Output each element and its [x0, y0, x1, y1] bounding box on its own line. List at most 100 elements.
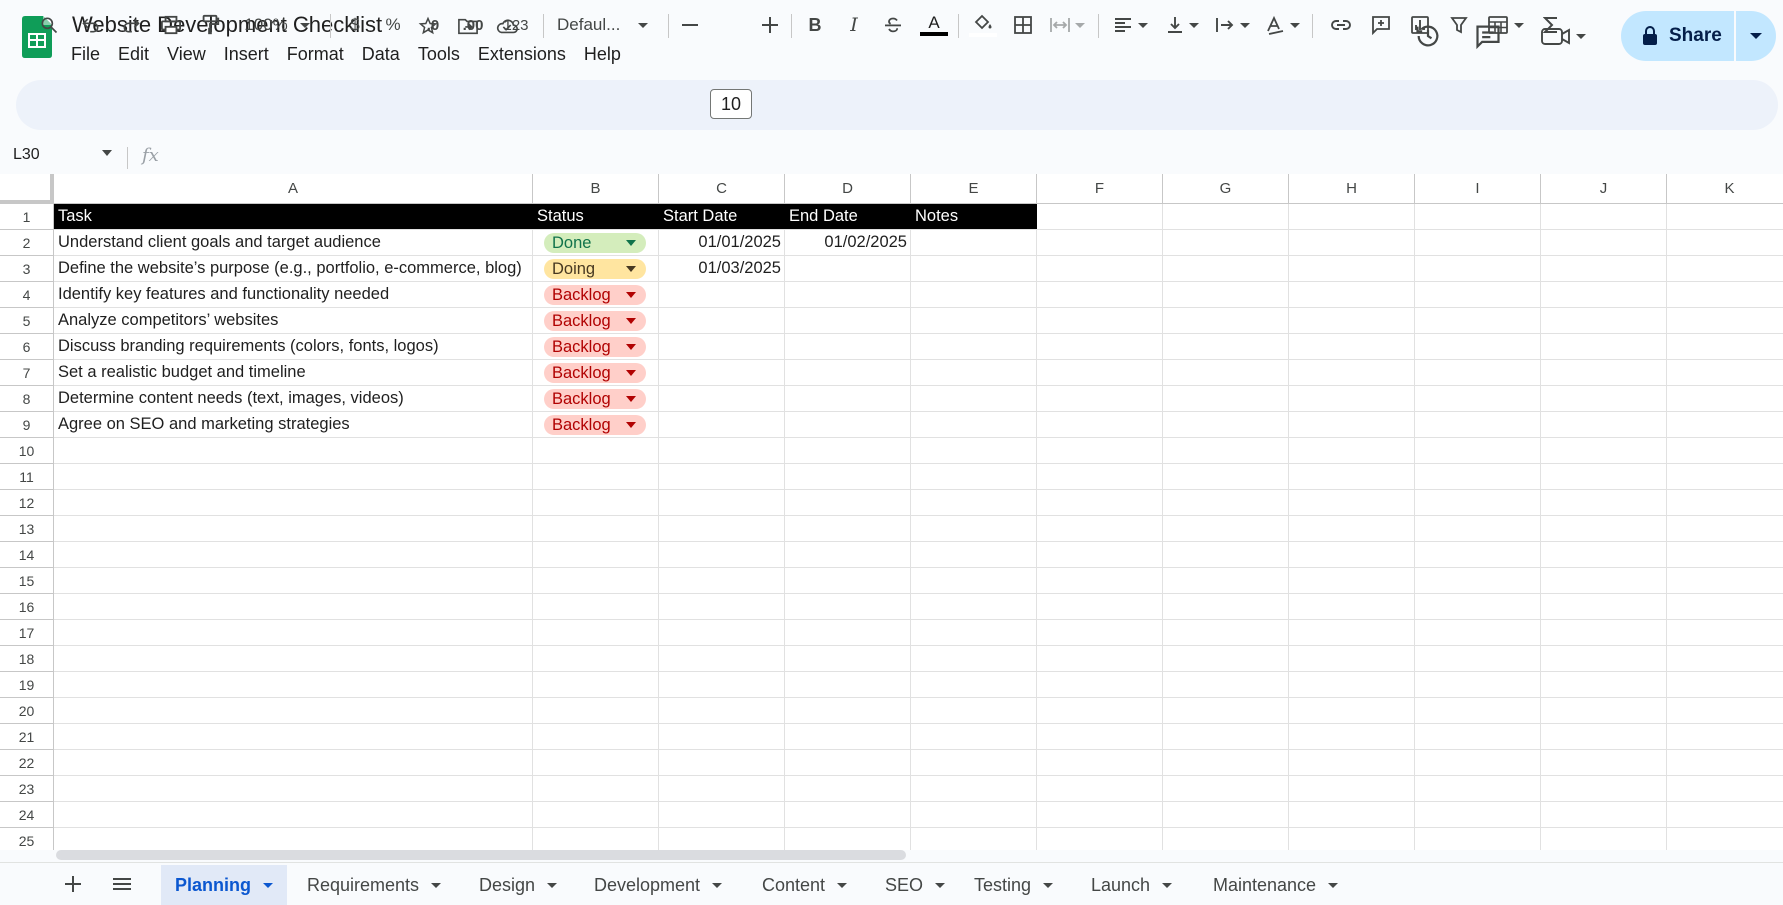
- redo-icon[interactable]: [116, 6, 146, 44]
- menu-edit[interactable]: Edit: [109, 42, 158, 67]
- fill-color-icon[interactable]: [966, 6, 1000, 44]
- chevron-down-icon[interactable]: [102, 150, 112, 156]
- spreadsheet-grid[interactable]: A B C D E F G H I J K 1 2 3 4 5 6 7 8 9 10 11 12 13 14 15 16 17 18 19…: [0, 174, 1783, 850]
- add-sheet-icon[interactable]: [58, 865, 88, 903]
- table-view-icon[interactable]: [1482, 6, 1528, 44]
- status-dropdown-chip[interactable]: Backlog: [544, 389, 646, 409]
- status-dropdown-chip[interactable]: Backlog: [544, 285, 646, 305]
- column-header-g[interactable]: G: [1163, 174, 1289, 204]
- column-header-e[interactable]: E: [911, 174, 1037, 204]
- sheet-tab-maintenance[interactable]: Maintenance: [1199, 865, 1352, 905]
- insert-chart-icon[interactable]: [1405, 6, 1435, 44]
- row-header-19[interactable]: 19: [0, 672, 54, 698]
- task-cell[interactable]: Identify key features and functionality …: [58, 282, 531, 307]
- task-cell[interactable]: Agree on SEO and marketing strategies: [58, 412, 531, 437]
- row-header-21[interactable]: 21: [0, 724, 54, 750]
- chevron-down-icon[interactable]: [547, 882, 558, 888]
- row-header-2[interactable]: 2: [0, 230, 54, 256]
- sheet-tab-seo[interactable]: SEO: [871, 865, 959, 905]
- sheet-tab-testing[interactable]: Testing: [960, 865, 1067, 905]
- task-cell[interactable]: Understand client goals and target audie…: [58, 230, 531, 255]
- italic-button[interactable]: I: [839, 6, 869, 44]
- column-header-a[interactable]: A: [54, 174, 533, 204]
- row-header-14[interactable]: 14: [0, 542, 54, 568]
- chevron-down-icon[interactable]: [1162, 882, 1173, 888]
- status-dropdown-chip[interactable]: Backlog: [544, 311, 646, 331]
- insert-comment-icon[interactable]: [1366, 6, 1396, 44]
- sheet-tab-design[interactable]: Design: [465, 865, 571, 905]
- decrease-decimal-button[interactable]: .0: [417, 6, 449, 44]
- row-header-15[interactable]: 15: [0, 568, 54, 594]
- row-header-9[interactable]: 9: [0, 412, 54, 438]
- print-icon[interactable]: [155, 6, 187, 44]
- row-header-8[interactable]: 8: [0, 386, 54, 412]
- column-header-h[interactable]: H: [1289, 174, 1415, 204]
- column-header-j[interactable]: J: [1541, 174, 1667, 204]
- status-dropdown-chip[interactable]: Backlog: [544, 363, 646, 383]
- sheet-tab-content[interactable]: Content: [748, 865, 861, 905]
- merge-cells-icon[interactable]: [1044, 6, 1090, 44]
- borders-icon[interactable]: [1008, 6, 1038, 44]
- task-cell[interactable]: Set a realistic budget and timeline: [58, 360, 531, 385]
- menu-extensions[interactable]: Extensions: [469, 42, 575, 67]
- start-date-cell[interactable]: 01/03/2025: [659, 256, 781, 281]
- task-cell[interactable]: Discuss branding requirements (colors, f…: [58, 334, 531, 359]
- menu-help[interactable]: Help: [575, 42, 630, 67]
- row-header-6[interactable]: 6: [0, 334, 54, 360]
- horizontal-align-icon[interactable]: [1108, 6, 1152, 44]
- name-box[interactable]: L30: [13, 146, 40, 164]
- row-header-12[interactable]: 12: [0, 490, 54, 516]
- column-header-b[interactable]: B: [533, 174, 659, 204]
- sheet-tab-launch[interactable]: Launch: [1077, 865, 1186, 905]
- row-header-5[interactable]: 5: [0, 308, 54, 334]
- status-dropdown-chip[interactable]: Done: [544, 233, 646, 253]
- chevron-down-icon[interactable]: [263, 882, 273, 888]
- row-header-4[interactable]: 4: [0, 282, 54, 308]
- row-header-10[interactable]: 10: [0, 438, 54, 464]
- row-header-25[interactable]: 25: [0, 828, 54, 850]
- zoom-select[interactable]: 100%: [234, 6, 320, 44]
- row-header-22[interactable]: 22: [0, 750, 54, 776]
- menu-insert[interactable]: Insert: [215, 42, 278, 67]
- menu-data[interactable]: Data: [353, 42, 409, 67]
- chevron-down-icon[interactable]: [431, 882, 442, 888]
- sheet-tab-requirements[interactable]: Requirements: [293, 865, 455, 905]
- row-header-11[interactable]: 11: [0, 464, 54, 490]
- row-header-1[interactable]: 1: [0, 204, 54, 230]
- start-date-cell[interactable]: 01/01/2025: [659, 230, 781, 255]
- text-rotation-icon[interactable]: [1260, 6, 1304, 44]
- status-dropdown-chip[interactable]: Backlog: [544, 415, 646, 435]
- decrease-font-size-icon[interactable]: [678, 6, 702, 44]
- currency-format-button[interactable]: $: [340, 6, 370, 44]
- strikethrough-icon[interactable]: [878, 6, 908, 44]
- column-header-d[interactable]: D: [785, 174, 911, 204]
- menu-view[interactable]: View: [158, 42, 215, 67]
- vertical-align-icon[interactable]: [1160, 6, 1204, 44]
- row-header-16[interactable]: 16: [0, 594, 54, 620]
- row-header-7[interactable]: 7: [0, 360, 54, 386]
- select-all-corner[interactable]: [0, 174, 54, 204]
- text-color-button[interactable]: A: [917, 6, 951, 44]
- font-size-input[interactable]: 10: [710, 89, 752, 119]
- menu-format[interactable]: Format: [278, 42, 353, 67]
- row-header-3[interactable]: 3: [0, 256, 54, 282]
- status-dropdown-chip[interactable]: Doing: [544, 259, 646, 279]
- menu-tools[interactable]: Tools: [409, 42, 469, 67]
- chevron-down-icon[interactable]: [935, 882, 946, 888]
- end-date-cell[interactable]: 01/02/2025: [785, 230, 907, 255]
- row-header-18[interactable]: 18: [0, 646, 54, 672]
- all-sheets-icon[interactable]: [107, 865, 137, 903]
- bold-button[interactable]: B: [800, 6, 830, 44]
- chevron-down-icon[interactable]: [712, 882, 723, 888]
- share-dropdown-button[interactable]: [1736, 11, 1776, 61]
- column-header-f[interactable]: F: [1037, 174, 1163, 204]
- font-family-select[interactable]: Defaul...: [553, 6, 653, 44]
- paint-format-icon[interactable]: [195, 6, 225, 44]
- column-header-c[interactable]: C: [659, 174, 785, 204]
- status-dropdown-chip[interactable]: Backlog: [544, 337, 646, 357]
- chevron-down-icon[interactable]: [1328, 882, 1339, 888]
- filter-icon[interactable]: [1444, 6, 1474, 44]
- header-cell-task[interactable]: Task: [54, 204, 533, 229]
- column-header-k[interactable]: K: [1667, 174, 1783, 204]
- column-header-i[interactable]: I: [1415, 174, 1541, 204]
